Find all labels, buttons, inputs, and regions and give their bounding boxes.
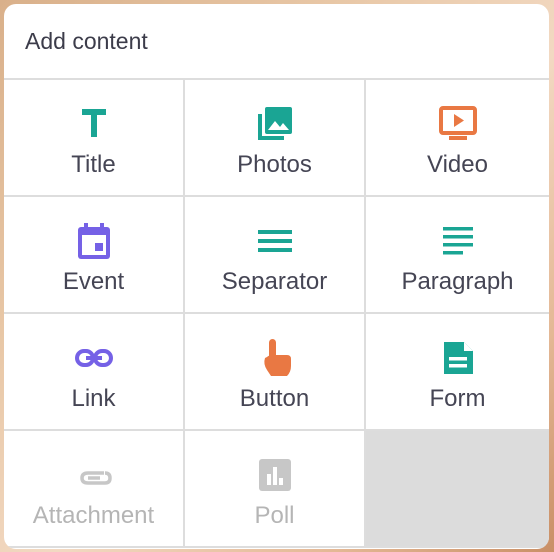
add-separator-tile[interactable]: Separator bbox=[185, 197, 366, 314]
tile-label-form: Form bbox=[429, 385, 486, 412]
paragraph-icon bbox=[438, 221, 478, 261]
tile-label-video: Video bbox=[427, 151, 488, 178]
form-document-icon bbox=[438, 338, 478, 378]
tile-label-paragraph: Paragraph bbox=[401, 268, 514, 295]
add-form-tile[interactable]: Form bbox=[366, 314, 549, 431]
panel-title: Add content bbox=[25, 27, 148, 54]
content-type-grid: Title Photos Video Event Separator Parag… bbox=[4, 80, 549, 548]
tile-label-event: Event bbox=[62, 268, 125, 295]
add-video-tile[interactable]: Video bbox=[366, 80, 549, 197]
separator-icon bbox=[255, 221, 295, 261]
add-poll-tile: Poll bbox=[185, 431, 366, 548]
empty-grid-cell bbox=[366, 431, 549, 548]
tile-label-attachment: Attachment bbox=[32, 502, 155, 529]
photos-icon bbox=[255, 104, 295, 144]
add-content-panel: Add content Title Photos Video Event Sep… bbox=[4, 4, 549, 549]
paperclip-icon bbox=[74, 455, 114, 495]
add-attachment-tile: Attachment bbox=[4, 431, 185, 548]
calendar-icon bbox=[74, 221, 114, 261]
add-link-tile[interactable]: Link bbox=[4, 314, 185, 431]
video-icon bbox=[438, 104, 478, 144]
add-paragraph-tile[interactable]: Paragraph bbox=[366, 197, 549, 314]
add-button-tile[interactable]: Button bbox=[185, 314, 366, 431]
panel-header: Add content bbox=[4, 4, 549, 80]
link-icon bbox=[74, 338, 114, 378]
add-event-tile[interactable]: Event bbox=[4, 197, 185, 314]
tile-label-separator: Separator bbox=[221, 268, 328, 295]
tile-label-title: Title bbox=[71, 151, 116, 178]
tile-label-link: Link bbox=[71, 385, 116, 412]
add-photos-tile[interactable]: Photos bbox=[185, 80, 366, 197]
tile-label-photos: Photos bbox=[237, 151, 312, 178]
tap-finger-icon bbox=[255, 338, 295, 378]
tile-label-button: Button bbox=[239, 385, 310, 412]
title-text-icon bbox=[74, 104, 114, 144]
add-title-tile[interactable]: Title bbox=[4, 80, 185, 197]
tile-label-poll: Poll bbox=[254, 502, 295, 529]
poll-chart-icon bbox=[255, 455, 295, 495]
